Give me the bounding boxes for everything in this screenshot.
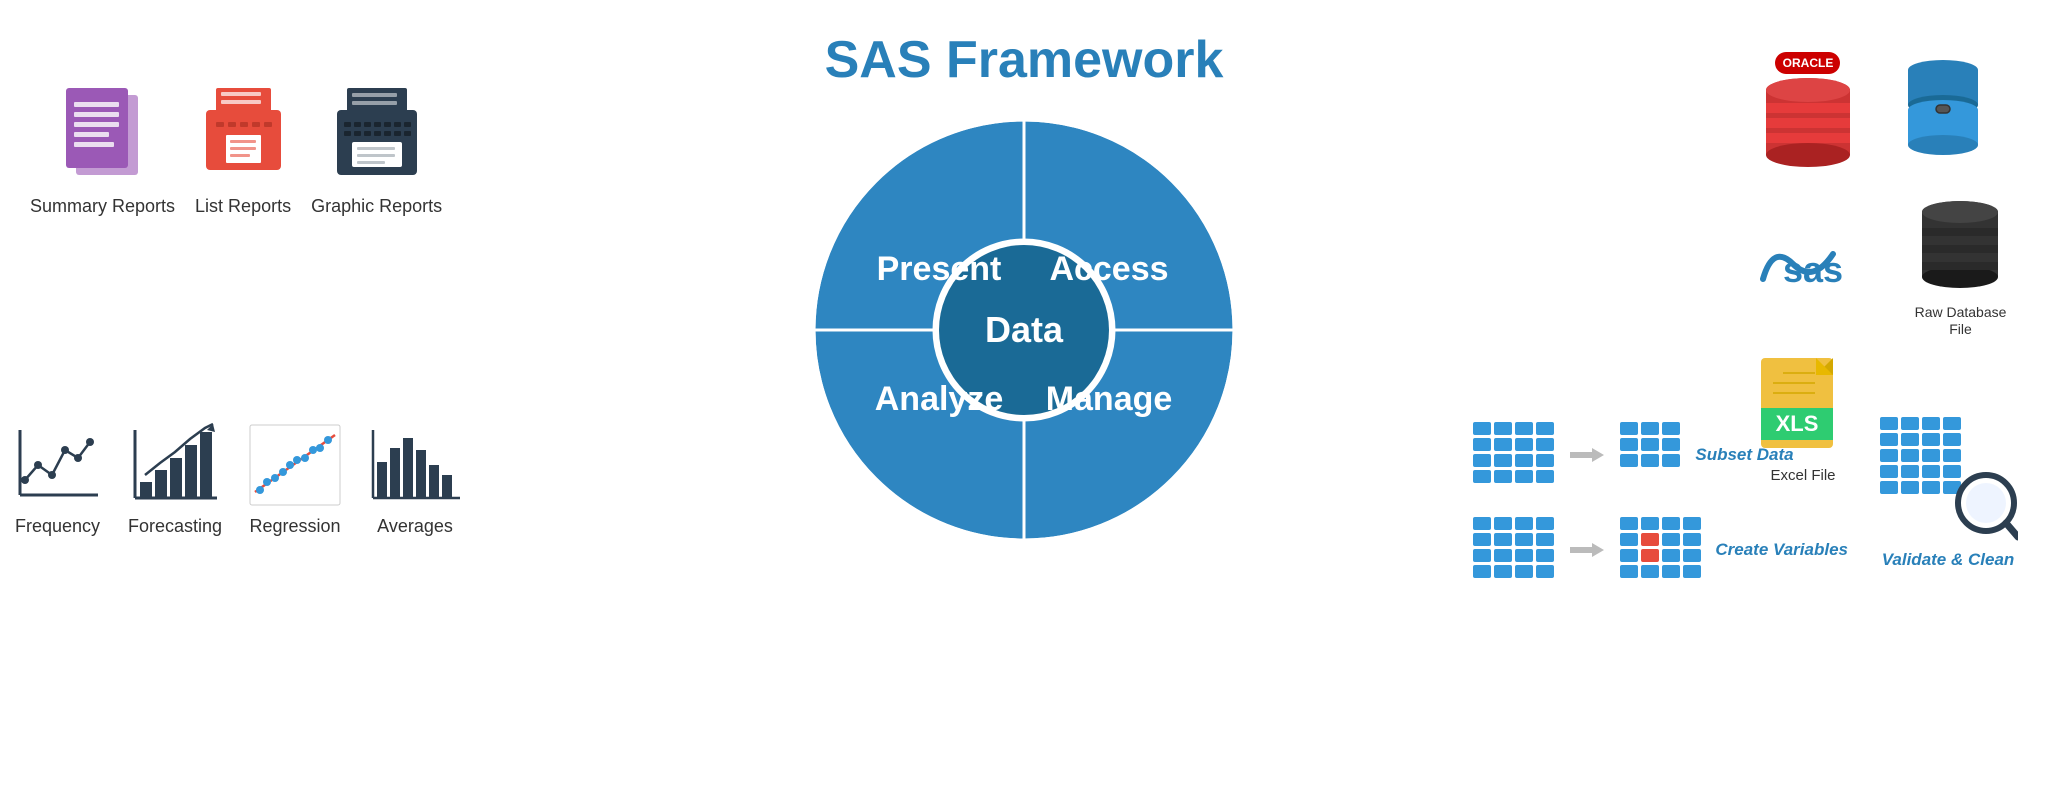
frequency-label: Frequency [15, 516, 100, 537]
create-row: Create Variables [1471, 515, 1848, 585]
oracle-db-icon: ORACLE [1753, 50, 1863, 170]
regression-item: Regression [245, 420, 345, 537]
c-arrow [1568, 538, 1606, 562]
oracle-db-item: ORACLE [1753, 50, 1863, 170]
svg-text:Data: Data [985, 309, 1064, 350]
sas-logo-item: sas [1753, 234, 1883, 294]
wheel-svg: Present Access Analyze Manage Data [784, 90, 1264, 570]
create-inline-label: Create Variables [1715, 540, 1848, 560]
create-src [1471, 515, 1556, 585]
regression-icon [245, 420, 345, 510]
svg-text:sas: sas [1783, 249, 1843, 290]
summary-reports-label: Summary Reports [30, 196, 175, 217]
manage-grids-area: Subset Data [1471, 420, 1848, 585]
wheel-container: Present Access Analyze Manage Data [784, 90, 1264, 570]
s-arrow [1568, 443, 1606, 467]
summary-reports-icon [58, 80, 148, 190]
list-reports-item: List Reports [195, 80, 291, 217]
subset-row: Subset Data [1471, 420, 1848, 490]
list-reports-label: List Reports [195, 196, 291, 217]
svg-text:Present: Present [877, 250, 1002, 288]
validate-inline-label: Validate & Clean [1882, 550, 2015, 570]
graphic-reports-icon [332, 80, 422, 190]
svg-text:Analyze: Analyze [875, 380, 1004, 418]
svg-text:ORACLE: ORACLE [1783, 56, 1834, 70]
subset-dst [1618, 420, 1683, 490]
source-row-1: ORACLE [1753, 50, 2008, 170]
forecasting-label: Forecasting [128, 516, 222, 537]
svg-text:Manage: Manage [1046, 380, 1173, 418]
left-analyze-section: Frequency Forecasting [10, 420, 465, 537]
forecasting-item: Forecasting [125, 420, 225, 537]
forecasting-icon [125, 420, 225, 510]
validate-section: Validate & Clean [1878, 415, 2018, 570]
left-reports-section: Summary Reports [30, 80, 442, 217]
subset-inline-label: Subset Data [1695, 445, 1793, 465]
frequency-item: Frequency [10, 420, 105, 537]
list-reports-icon [201, 80, 286, 190]
chain-db-item [1893, 50, 1993, 170]
averages-label: Averages [377, 516, 453, 537]
averages-item: Averages [365, 420, 465, 537]
summary-reports-item: Summary Reports [30, 80, 175, 217]
page-title: SAS Framework [825, 30, 1224, 90]
averages-icon [365, 420, 465, 510]
source-row-2: sas Raw DatabaseFile [1753, 190, 2008, 338]
frequency-icon [10, 420, 105, 510]
raw-db-item: Raw DatabaseFile [1913, 190, 2008, 338]
svg-text:Access: Access [1049, 250, 1168, 288]
validate-grid-icon [1878, 415, 2018, 545]
raw-db-icon [1913, 190, 2008, 300]
subset-src [1471, 420, 1556, 490]
sas-logo-icon: sas [1753, 234, 1883, 294]
raw-db-label: Raw DatabaseFile [1915, 304, 2007, 338]
create-dst [1618, 515, 1703, 585]
graphic-reports-item: Graphic Reports [311, 80, 442, 217]
chain-db-icon [1893, 50, 1993, 170]
report-icons-row: Summary Reports [30, 80, 442, 217]
graphic-reports-label: Graphic Reports [311, 196, 442, 217]
regression-label: Regression [249, 516, 340, 537]
